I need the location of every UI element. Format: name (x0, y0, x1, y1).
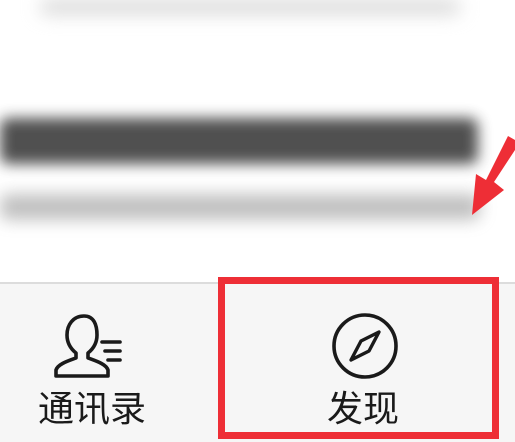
tab-contacts[interactable]: 通讯录 (0, 284, 200, 442)
blurred-content (0, 0, 515, 282)
screen: 通讯录 发现 (0, 0, 515, 442)
tab-contacts-label: 通讯录 (38, 389, 147, 430)
bottom-tab-bar: 通讯录 发现 (0, 282, 515, 442)
tab-discover[interactable]: 发现 (230, 284, 490, 442)
contacts-icon (54, 314, 122, 378)
compass-icon (332, 313, 398, 379)
red-arrow-icon (472, 136, 515, 215)
blurred-top-text (40, 0, 460, 14)
blurred-title-text (0, 118, 478, 164)
blurred-subtitle-text (0, 194, 480, 220)
tab-discover-label: 发现 (327, 389, 400, 430)
